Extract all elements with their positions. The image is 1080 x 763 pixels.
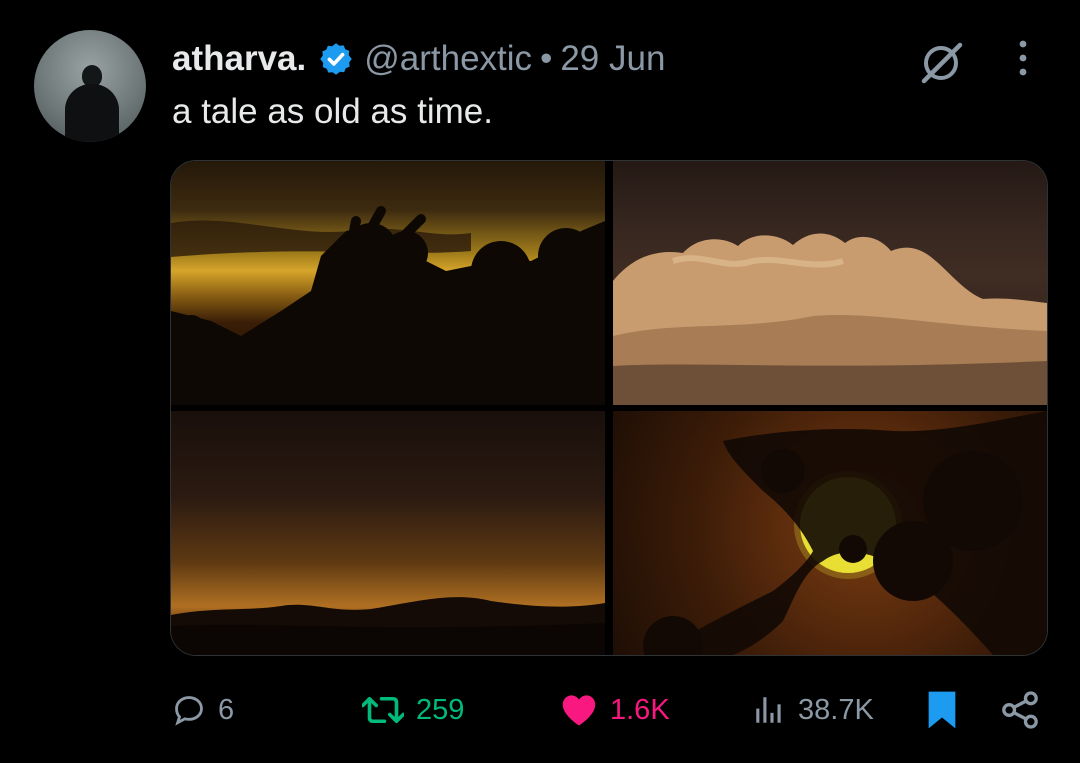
verified-badge-icon (318, 41, 354, 77)
photo-dusk-horizon[interactable] (171, 411, 605, 655)
share-button[interactable] (1000, 680, 1040, 740)
views-chart-icon (752, 693, 786, 727)
views-button[interactable]: 38.7K (752, 680, 874, 740)
photo-sun-branches[interactable] (613, 411, 1047, 655)
avatar-figure-body (65, 84, 119, 142)
grok-icon[interactable] (918, 38, 966, 86)
repost-button[interactable]: 259 (362, 680, 464, 740)
tweet[interactable]: atharva. @arthextic • 29 Jun a tale as o… (0, 0, 1080, 763)
tweet-text: a tale as old as time. (172, 92, 493, 131)
reply-icon (172, 693, 206, 727)
heart-icon (560, 693, 598, 727)
avatar[interactable] (34, 30, 146, 142)
photo-clouds[interactable] (613, 161, 1047, 405)
like-count: 1.6K (610, 693, 670, 726)
repost-count: 259 (416, 693, 465, 726)
photo-sunset-trees[interactable] (171, 161, 605, 405)
reply-count: 6 (218, 693, 235, 726)
author-name[interactable]: atharva. (172, 39, 306, 79)
action-bar: 6 259 1.6K 38.7K (0, 680, 1080, 740)
repost-icon (362, 692, 404, 728)
share-icon (1000, 690, 1040, 730)
media-grid (170, 160, 1048, 656)
bookmark-button[interactable] (924, 680, 960, 740)
views-count: 38.7K (798, 693, 874, 726)
more-vertical-icon[interactable] (1004, 38, 1042, 78)
header-separator: • (540, 39, 553, 78)
bookmark-icon (924, 690, 960, 730)
like-button[interactable]: 1.6K (560, 680, 670, 740)
author-handle[interactable]: @arthextic (364, 39, 532, 79)
tweet-header: atharva. @arthextic • 29 Jun (172, 36, 665, 82)
tweet-date[interactable]: 29 Jun (560, 39, 665, 79)
reply-button[interactable]: 6 (172, 680, 234, 740)
